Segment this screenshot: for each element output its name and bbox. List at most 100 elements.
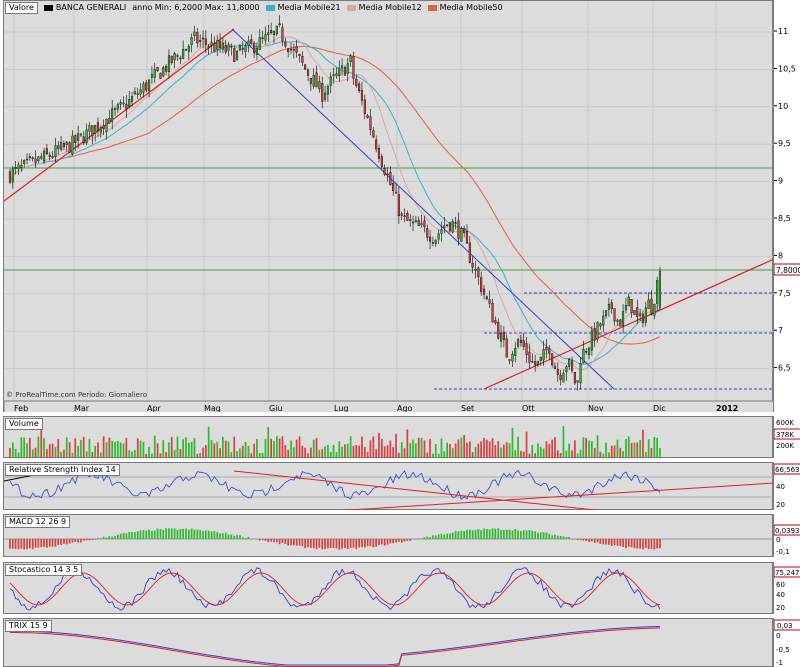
macd-bar bbox=[233, 535, 236, 539]
macd-bar bbox=[593, 539, 596, 543]
stochastic-plot-area[interactable] bbox=[3, 562, 773, 614]
volume-bar bbox=[378, 432, 380, 458]
candle-body bbox=[48, 154, 51, 157]
volume-bar bbox=[432, 453, 434, 458]
volume-bar bbox=[170, 437, 173, 458]
candle-body bbox=[440, 229, 443, 234]
macd-plot-area[interactable] bbox=[3, 514, 774, 557]
volume-bar bbox=[236, 451, 238, 458]
candle-body bbox=[51, 156, 54, 158]
candle-body bbox=[463, 228, 466, 233]
volume-bar bbox=[463, 435, 465, 458]
volume-y-axis[interactable]: 600K 200K 378K bbox=[773, 416, 800, 458]
macd-bar bbox=[539, 532, 542, 539]
candle-body bbox=[11, 168, 14, 183]
macd-bar bbox=[386, 539, 389, 545]
macd-bar bbox=[346, 539, 349, 550]
candle-body bbox=[298, 54, 301, 57]
stochastic-y-axis[interactable]: 75,2475 60 40 20 bbox=[773, 562, 800, 614]
candle-body bbox=[622, 311, 625, 327]
volume-bar bbox=[65, 437, 68, 458]
price-legend: Valore BANCA GENERALI anno Min: 6,2000 M… bbox=[5, 2, 503, 14]
trix-last-label: 0,03 bbox=[777, 622, 793, 630]
price-panel-label: Valore bbox=[5, 2, 38, 14]
volume-bar bbox=[29, 437, 31, 458]
macd-bar bbox=[585, 539, 587, 541]
volume-y-axis-svg: 600K 200K 378K bbox=[774, 419, 800, 450]
candle-body bbox=[255, 47, 259, 55]
candle-body bbox=[627, 296, 630, 307]
macd-y-axis[interactable]: 0,0393 0 -0,1 bbox=[773, 514, 800, 557]
macd-bar bbox=[426, 536, 429, 539]
candle-body bbox=[349, 55, 352, 63]
candle-body bbox=[278, 23, 281, 25]
volume-bar bbox=[386, 445, 389, 458]
candle-body bbox=[176, 55, 179, 57]
trix-plot-area[interactable] bbox=[3, 618, 773, 667]
volume-bar bbox=[466, 442, 468, 458]
candle-body bbox=[253, 42, 256, 54]
candle-body bbox=[23, 160, 26, 164]
legend-ma12: Media Mobile12 bbox=[346, 3, 422, 13]
price-y-axis[interactable]: 11 10,5 10 9,5 9 8,5 8 7,5 7 6,5 7,8000 bbox=[773, 0, 800, 412]
candle-body bbox=[287, 48, 290, 52]
volume-bar bbox=[196, 454, 199, 458]
volume-plot-area[interactable] bbox=[3, 416, 773, 458]
candle-body bbox=[397, 194, 400, 216]
candle-body bbox=[153, 69, 156, 78]
macd-bar bbox=[210, 531, 213, 539]
candle-body bbox=[133, 91, 136, 94]
candle-body bbox=[68, 142, 71, 153]
macd-bar bbox=[315, 539, 318, 550]
volume-bar bbox=[151, 453, 153, 458]
candle-body bbox=[284, 41, 287, 47]
volume-bar bbox=[562, 426, 565, 458]
candle-body bbox=[258, 37, 261, 50]
price-plot-area[interactable]: Feb Mar Apr Mag Giu Lug Ago Set Ott Nov Dic 2012 bbox=[3, 0, 774, 412]
volume-bar bbox=[352, 445, 355, 458]
volume-bar bbox=[190, 441, 193, 458]
candle-body bbox=[54, 145, 57, 157]
volume-bar bbox=[224, 440, 227, 458]
trix-line bbox=[10, 626, 660, 666]
macd-bar bbox=[139, 530, 142, 539]
macd-bar bbox=[491, 528, 494, 539]
macd-bar bbox=[434, 535, 437, 539]
volume-bar bbox=[9, 447, 11, 458]
macd-bar bbox=[440, 533, 443, 539]
macd-bar bbox=[361, 539, 363, 548]
candle-body bbox=[534, 361, 537, 366]
candle-body bbox=[536, 360, 539, 365]
volume-bar bbox=[74, 438, 77, 458]
trendline-blue-down bbox=[231, 28, 615, 390]
candle-body bbox=[602, 315, 605, 326]
candle-body bbox=[451, 221, 454, 233]
volume-bar bbox=[517, 436, 519, 458]
candle-body bbox=[60, 142, 63, 150]
volume-bar bbox=[318, 449, 321, 458]
legend-ma12-label: Media Mobile12 bbox=[358, 3, 422, 12]
volume-bar bbox=[284, 445, 287, 458]
vol-tick-200k: 200K bbox=[776, 442, 794, 450]
volume-bar bbox=[20, 437, 23, 458]
volume-bar bbox=[520, 450, 522, 458]
macd-bar bbox=[423, 537, 426, 539]
volume-bar bbox=[315, 438, 318, 458]
volume-bar bbox=[34, 447, 37, 458]
candle-body bbox=[525, 343, 528, 356]
volume-bar bbox=[582, 437, 585, 458]
candle-body bbox=[423, 220, 426, 228]
rsi-y-axis[interactable]: 66,5631 40 20 bbox=[773, 462, 800, 510]
volume-bar bbox=[426, 452, 429, 458]
volume-bar bbox=[633, 442, 636, 458]
volume-bar bbox=[630, 442, 633, 458]
macd-bar bbox=[31, 539, 34, 550]
sto-tick-20: 20 bbox=[776, 604, 785, 612]
macd-bar bbox=[562, 536, 565, 539]
trix-y-axis[interactable]: 0,03 0 -0,5 -1 bbox=[773, 618, 800, 667]
macd-bar bbox=[284, 539, 287, 544]
macd-bar bbox=[63, 539, 65, 544]
macd-bar bbox=[165, 528, 167, 539]
last-value-label: 7,8000 bbox=[776, 266, 800, 275]
macd-bar bbox=[565, 537, 568, 539]
